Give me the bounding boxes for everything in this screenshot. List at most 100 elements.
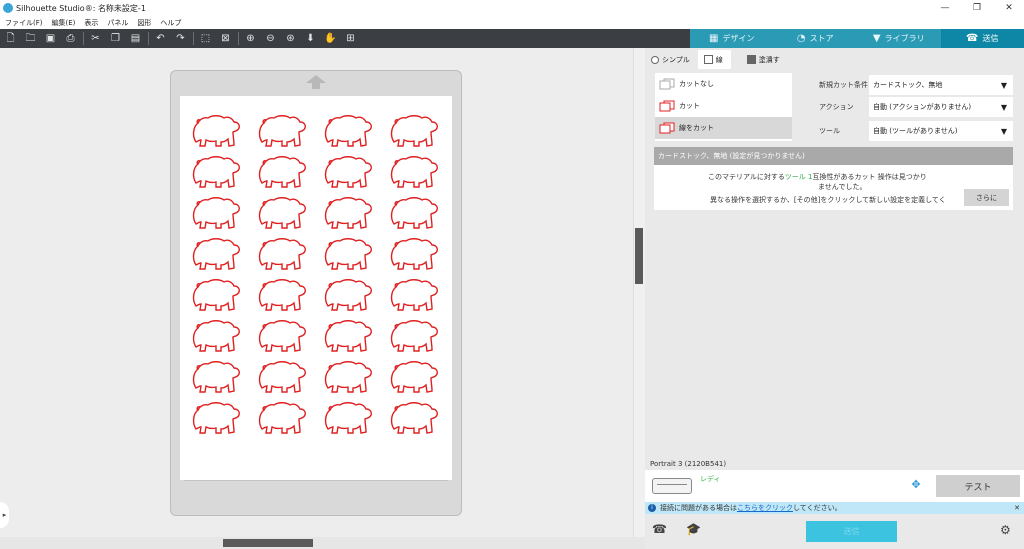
bear-shape[interactable] <box>256 399 308 439</box>
bear-shape[interactable] <box>322 358 374 398</box>
device-status-icon[interactable]: ☎ <box>652 522 667 536</box>
horizontal-scrollbar[interactable] <box>0 537 645 549</box>
bear-shape[interactable] <box>388 317 440 357</box>
cut-icon[interactable]: ✂ <box>88 32 103 46</box>
bear-shape[interactable] <box>256 153 308 193</box>
new-document-icon[interactable]: 🗋 <box>3 32 18 46</box>
bear-shape[interactable] <box>388 194 440 234</box>
bear-shape[interactable] <box>190 112 242 152</box>
bear-shape[interactable] <box>322 112 374 152</box>
cutter-device-icon <box>652 478 692 494</box>
connection-info-bar: i 接続に問題がある場合は こちらをクリック してください。 ✕ <box>645 502 1024 514</box>
bear-shape[interactable] <box>256 276 308 316</box>
bear-shape[interactable] <box>322 317 374 357</box>
bear-shape[interactable] <box>388 235 440 275</box>
bear-shape[interactable] <box>256 317 308 357</box>
send-icon: ☎ <box>966 33 979 44</box>
bear-shape[interactable] <box>190 358 242 398</box>
bear-shape[interactable] <box>388 399 440 439</box>
vertical-scroll-thumb[interactable] <box>635 228 643 284</box>
window-title: Silhouette Studio®: 名称未設定-1 <box>16 3 146 13</box>
send-button[interactable]: 送信 <box>806 521 897 542</box>
bear-shape[interactable] <box>388 112 440 152</box>
cut-line-icon <box>659 122 675 134</box>
move-down-icon[interactable]: ⬇ <box>303 32 318 46</box>
tab-store[interactable]: ◔ ストア <box>774 29 858 48</box>
print-icon[interactable]: ⎙ <box>63 32 78 46</box>
bear-shape[interactable] <box>322 235 374 275</box>
close-info-icon[interactable]: ✕ <box>1014 504 1020 512</box>
bear-shape[interactable] <box>190 235 242 275</box>
test-button[interactable]: テスト <box>936 475 1020 497</box>
help-link[interactable]: こちらをクリック <box>737 503 793 513</box>
bear-shape[interactable] <box>190 317 242 357</box>
bear-shape[interactable] <box>322 276 374 316</box>
bear-shape[interactable] <box>322 153 374 193</box>
paste-icon[interactable]: ▤ <box>128 32 143 46</box>
menu-panel[interactable]: パネル <box>107 18 128 28</box>
send-mode-tabs: シンプル 線 塗潰す <box>645 50 1024 69</box>
maximize-button[interactable]: ❐ <box>962 0 992 16</box>
bear-shape[interactable] <box>190 194 242 234</box>
zoom-out-icon[interactable]: ⊖ <box>263 32 278 46</box>
save-icon[interactable]: ▣ <box>43 32 58 46</box>
tab-line[interactable]: 線 <box>697 50 731 69</box>
minimize-button[interactable]: — <box>930 0 960 16</box>
menu-view[interactable]: 表示 <box>84 18 98 28</box>
horizontal-scroll-thumb[interactable] <box>223 539 313 547</box>
cut-option-none[interactable]: カットなし <box>655 73 792 95</box>
vertical-scrollbar[interactable] <box>633 48 645 537</box>
bear-shape[interactable] <box>322 194 374 234</box>
open-folder-icon[interactable]: 🗀 <box>23 32 38 46</box>
tab-fill[interactable]: 塗潰す <box>741 55 788 65</box>
bear-shape[interactable] <box>256 358 308 398</box>
tab-design[interactable]: ▦ デザイン <box>690 29 774 48</box>
bear-shape[interactable] <box>388 153 440 193</box>
tool-select[interactable]: 自動 (ツールがありません) ▼ <box>869 121 1013 141</box>
bear-shape[interactable] <box>388 276 440 316</box>
bear-shape[interactable] <box>190 399 242 439</box>
bear-shape[interactable] <box>190 153 242 193</box>
menu-bar: ファイル(F) 編集(E) 表示 パネル 図形 ヘルプ <box>0 16 1024 29</box>
cut-icon <box>659 100 675 112</box>
undo-icon[interactable]: ↶ <box>153 32 168 46</box>
cut-option-cut-line[interactable]: 線をカット <box>655 117 792 139</box>
zoom-in-icon[interactable]: ⊕ <box>243 32 258 46</box>
setting-material: 新規カット条件 カードストック、無地 ▼ <box>813 75 1013 95</box>
menu-edit[interactable]: 編集(E) <box>52 18 76 28</box>
bear-shape[interactable] <box>256 112 308 152</box>
cut-style-list: カットなし カット 線をカット <box>655 73 792 141</box>
menu-file[interactable]: ファイル(F) <box>5 18 43 28</box>
zoom-fit-icon[interactable]: ⊛ <box>283 32 298 46</box>
tab-send[interactable]: ☎ 送信 <box>940 29 1024 48</box>
title-bar: Silhouette Studio®: 名称未設定-1 <box>0 0 1024 16</box>
material-header: カードストック、無地 (設定が見つかりません) <box>654 147 1013 165</box>
tutorial-icon[interactable]: 🎓 <box>686 522 701 536</box>
fit-to-page-icon[interactable]: ⊞ <box>343 32 358 46</box>
tab-simple[interactable]: シンプル <box>645 55 698 65</box>
bear-shape[interactable] <box>322 399 374 439</box>
bear-shape[interactable] <box>256 194 308 234</box>
setting-tool: ツール 自動 (ツールがありません) ▼ <box>813 121 1013 141</box>
gear-icon[interactable]: ⚙ <box>1000 523 1011 537</box>
setting-action: アクション 自動 (アクションがありません) ▼ <box>813 97 1013 117</box>
move-arrows-icon[interactable]: ✥ <box>903 477 929 493</box>
action-select[interactable]: 自動 (アクションがありません) ▼ <box>869 97 1013 117</box>
copy-icon[interactable]: ❐ <box>108 32 123 46</box>
library-icon: ▼ <box>872 33 881 44</box>
deselect-icon[interactable]: ⊠ <box>218 32 233 46</box>
menu-help[interactable]: ヘルプ <box>160 18 181 28</box>
bear-shape[interactable] <box>190 276 242 316</box>
pan-hand-icon[interactable]: ✋ <box>323 32 338 46</box>
redo-icon[interactable]: ↷ <box>173 32 188 46</box>
menu-shape[interactable]: 図形 <box>137 18 151 28</box>
bear-shape[interactable] <box>256 235 308 275</box>
tab-library[interactable]: ▼ ライブラリ <box>857 29 941 48</box>
more-button[interactable]: さらに <box>964 189 1009 206</box>
fill-mode-icon <box>746 55 756 64</box>
select-all-icon[interactable]: ⬚ <box>198 32 213 46</box>
bear-shape[interactable] <box>388 358 440 398</box>
material-select[interactable]: カードストック、無地 ▼ <box>869 75 1013 95</box>
close-button[interactable]: ✕ <box>994 0 1024 16</box>
cut-option-cut[interactable]: カット <box>655 95 792 117</box>
